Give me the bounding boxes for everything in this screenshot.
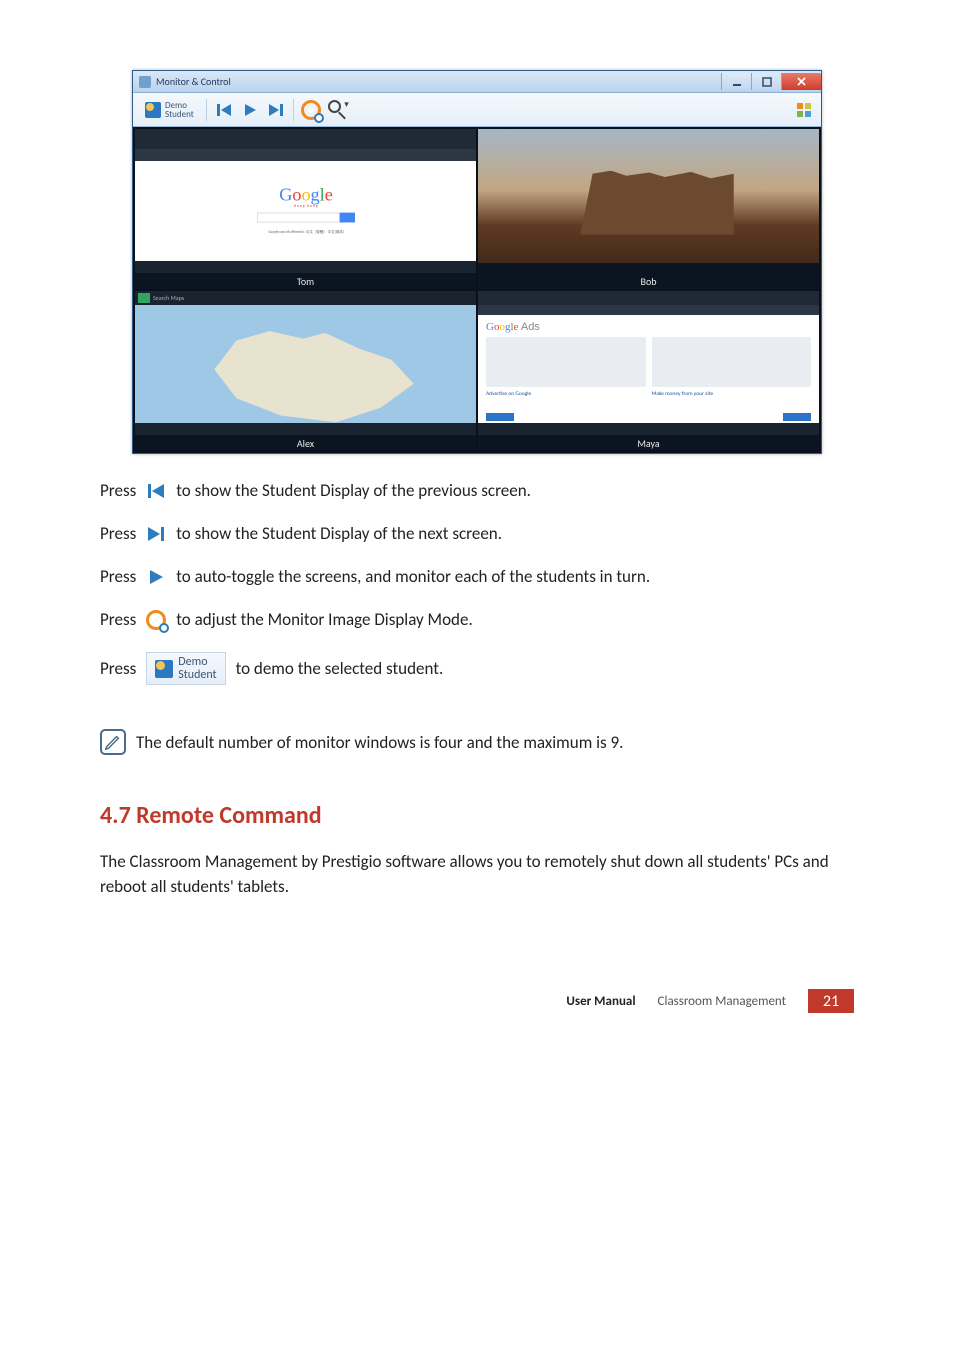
next-button[interactable] [265, 99, 287, 121]
grid-icon [797, 103, 811, 117]
student-thumbnail[interactable]: Google Ads Advertise on Google Make mone… [478, 291, 819, 451]
demo-student-icon [155, 660, 173, 678]
instruction-text: to show the Student Display of the next … [176, 523, 502, 544]
student-name: Bob [478, 273, 819, 289]
titlebar: Monitor & Control [133, 71, 821, 93]
student-thumbnail[interactable]: Google Hong Kong Google.com.hk offered i… [135, 129, 476, 289]
press-label: Press [100, 480, 136, 501]
press-label: Press [100, 523, 136, 544]
section-body: The Classroom Management by Prestigio so… [100, 850, 854, 899]
minimize-button[interactable] [721, 73, 751, 90]
play-icon [146, 567, 166, 587]
app-icon [139, 76, 151, 88]
screen-preview: Search Maps [135, 291, 476, 451]
instruction-row: Press Demo Student to demo the selected … [100, 652, 854, 685]
student-name: Maya [478, 435, 819, 451]
instruction-text: to auto-toggle the screens, and monitor … [176, 566, 650, 587]
instruction-row: Press to show the Student Display of the… [100, 480, 854, 501]
instruction-row: Press to show the Student Display of the… [100, 523, 854, 544]
press-label: Press [100, 566, 136, 587]
student-name: Alex [135, 435, 476, 451]
page-number: 21 [808, 989, 854, 1013]
magnifier-icon: ▾ [327, 99, 347, 121]
instruction-text: to demo the selected student. [236, 658, 444, 679]
close-button[interactable] [781, 73, 821, 90]
toolbar: Demo Student ▾ [133, 93, 821, 127]
press-label: Press [100, 609, 136, 630]
gear-icon [301, 100, 321, 120]
page-footer: User Manual Classroom Management 21 [100, 989, 854, 1013]
screen-preview: Google Hong Kong Google.com.hk offered i… [135, 129, 476, 289]
screen-preview [478, 129, 819, 289]
note: The default number of monitor windows is… [100, 729, 854, 755]
note-text: The default number of monitor windows is… [136, 732, 623, 753]
next-icon [146, 524, 166, 544]
gear-icon [146, 610, 166, 630]
section-heading: 4.7 Remote Command [100, 801, 854, 830]
student-name: Tom [135, 273, 476, 289]
student-thumbnail[interactable]: Search Maps Alex [135, 291, 476, 451]
demo-student-inline-button: Demo Student [146, 652, 225, 685]
instruction-text: to show the Student Display of the previ… [176, 480, 531, 501]
demo-student-button[interactable]: Demo Student [139, 99, 200, 121]
instruction-text: to adjust the Monitor Image Display Mode… [176, 609, 473, 630]
demo-student-icon [145, 102, 161, 118]
footer-product: Classroom Management [658, 994, 786, 1009]
window-title: Monitor & Control [156, 75, 231, 88]
instruction-list: Press to show the Student Display of the… [100, 480, 854, 685]
play-button[interactable] [239, 99, 261, 121]
student-thumbnail[interactable]: Bob [478, 129, 819, 289]
instruction-row: Press to adjust the Monitor Image Displa… [100, 609, 854, 630]
instruction-row: Press to auto-toggle the screens, and mo… [100, 566, 854, 587]
screen-preview: Google Ads Advertise on Google Make mone… [478, 291, 819, 451]
previous-icon [146, 481, 166, 501]
settings-button[interactable] [300, 99, 322, 121]
zoom-button[interactable]: ▾ [326, 99, 348, 121]
monitor-control-window: Monitor & Control Demo Student [132, 70, 822, 454]
maximize-button[interactable] [751, 73, 781, 90]
grid-view-button[interactable] [793, 99, 815, 121]
footer-user-manual: User Manual [566, 994, 635, 1009]
monitor-grid: Google Hong Kong Google.com.hk offered i… [133, 127, 821, 453]
note-icon [100, 729, 126, 755]
press-label: Press [100, 658, 136, 679]
demo-label-line2: Student [165, 110, 194, 119]
previous-button[interactable] [213, 99, 235, 121]
